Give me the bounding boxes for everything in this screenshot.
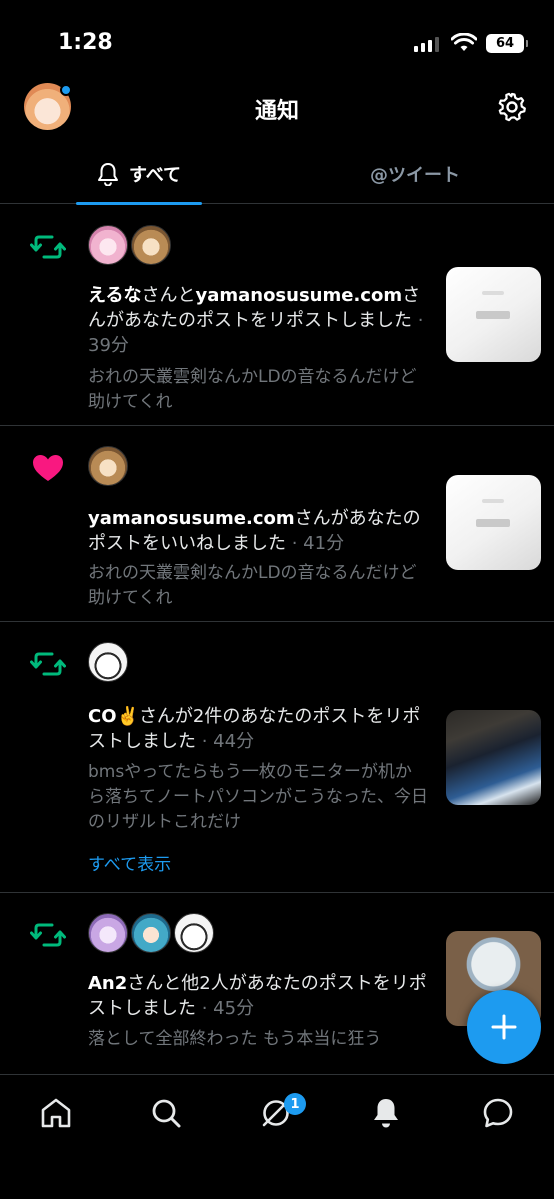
post-thumbnail[interactable] [446,475,541,570]
actor-name[interactable]: CO✌️ [88,706,139,727]
post-excerpt[interactable]: おれの天叢雲剣なんかLDの音なるんだけど 助けてくれ [88,561,428,611]
top-header: 通知 [0,80,554,134]
actor-avatars [88,913,214,953]
cellular-signal-icon [414,36,439,52]
retweet-icon [30,652,66,676]
tab-all[interactable]: すべて [76,144,202,205]
post-thumbnail[interactable] [446,267,541,362]
bell-icon [97,163,118,186]
notification-item[interactable]: CO✌️さんが2件のあなたのポストをリポストしました · 44分 bmsやってた… [0,622,554,893]
post-thumbnail[interactable] [446,710,541,805]
avatar[interactable] [88,913,128,953]
tab-all-label: すべて [128,165,182,186]
retweet-icon [30,923,66,947]
post-excerpt[interactable]: 落として全部終わった もう本当に狂う [88,1027,428,1052]
timestamp: · 44分 [196,731,255,752]
joiner-text: さんと [141,285,196,306]
battery-indicator: 64 [486,34,528,53]
notification-text: yamanosusume.comさんがあなたのポストをいいねしました · 41分 [88,506,428,556]
notification-text: CO✌️さんが2件のあなたのポストをリポストしました · 44分 [88,704,428,754]
plus-icon [491,1014,517,1040]
home-icon[interactable] [38,1095,74,1131]
retweet-icon [30,235,66,259]
post-excerpt[interactable]: bmsやってたらもう一枚のモニターが机から落ちてノートパソコンがこうなった、今日… [88,760,428,835]
notification-text: えるなさんとyamanosusume.comさんがあなたのポストをリポストしまし… [88,283,428,358]
notification-item[interactable]: An2さんと他2人があなたのポストをリポストしました · 45分 落として全部終… [0,893,554,1074]
avatar[interactable] [88,225,128,265]
notification-tabs: すべて @ツイート [0,144,554,205]
action-text: さんと他2人があなたのポストをリポストしました [88,973,427,1019]
avatar[interactable] [131,225,171,265]
actor-name[interactable]: An2 [88,973,127,994]
avatar[interactable] [88,642,128,682]
page-title: 通知 [254,99,299,124]
avatar[interactable] [131,913,171,953]
show-all-link[interactable]: すべて表示 [88,850,171,875]
timestamp: · 41分 [286,533,345,554]
actor-name[interactable]: えるな [88,285,141,306]
heart-icon [33,455,63,481]
avatar[interactable] [174,913,214,953]
post-excerpt[interactable]: おれの天叢雲剣なんかLDの音なるんだけど 助けてくれ [88,365,428,415]
actor-name[interactable]: yamanosusume.com [88,508,295,529]
bottom-nav: 1 [0,1074,554,1199]
search-icon[interactable] [148,1095,184,1131]
wifi-icon [451,33,477,51]
notification-item[interactable]: yamanosusume.comさんがあなたのポストをいいねしました · 41分… [0,426,554,622]
gear-icon[interactable] [496,91,528,123]
status-time: 1:28 [58,30,113,55]
actor-avatars [88,642,128,682]
bell-icon[interactable] [368,1095,404,1131]
status-bar: 1:28 64 [0,0,554,88]
notification-badge: 1 [284,1093,306,1115]
actor-name[interactable]: yamanosusume.com [195,285,402,306]
tab-mentions[interactable]: @ツイート [330,144,500,204]
compose-button[interactable] [467,990,541,1064]
actor-avatars [88,446,128,486]
avatar[interactable] [88,446,128,486]
messages-icon[interactable] [480,1095,516,1131]
timestamp: · 45分 [196,998,255,1019]
notification-text: An2さんと他2人があなたのポストをリポストしました · 45分 [88,971,428,1021]
actor-avatars [88,225,171,265]
notification-item[interactable]: えるなさんとyamanosusume.comさんがあなたのポストをリポストしまし… [0,205,554,426]
